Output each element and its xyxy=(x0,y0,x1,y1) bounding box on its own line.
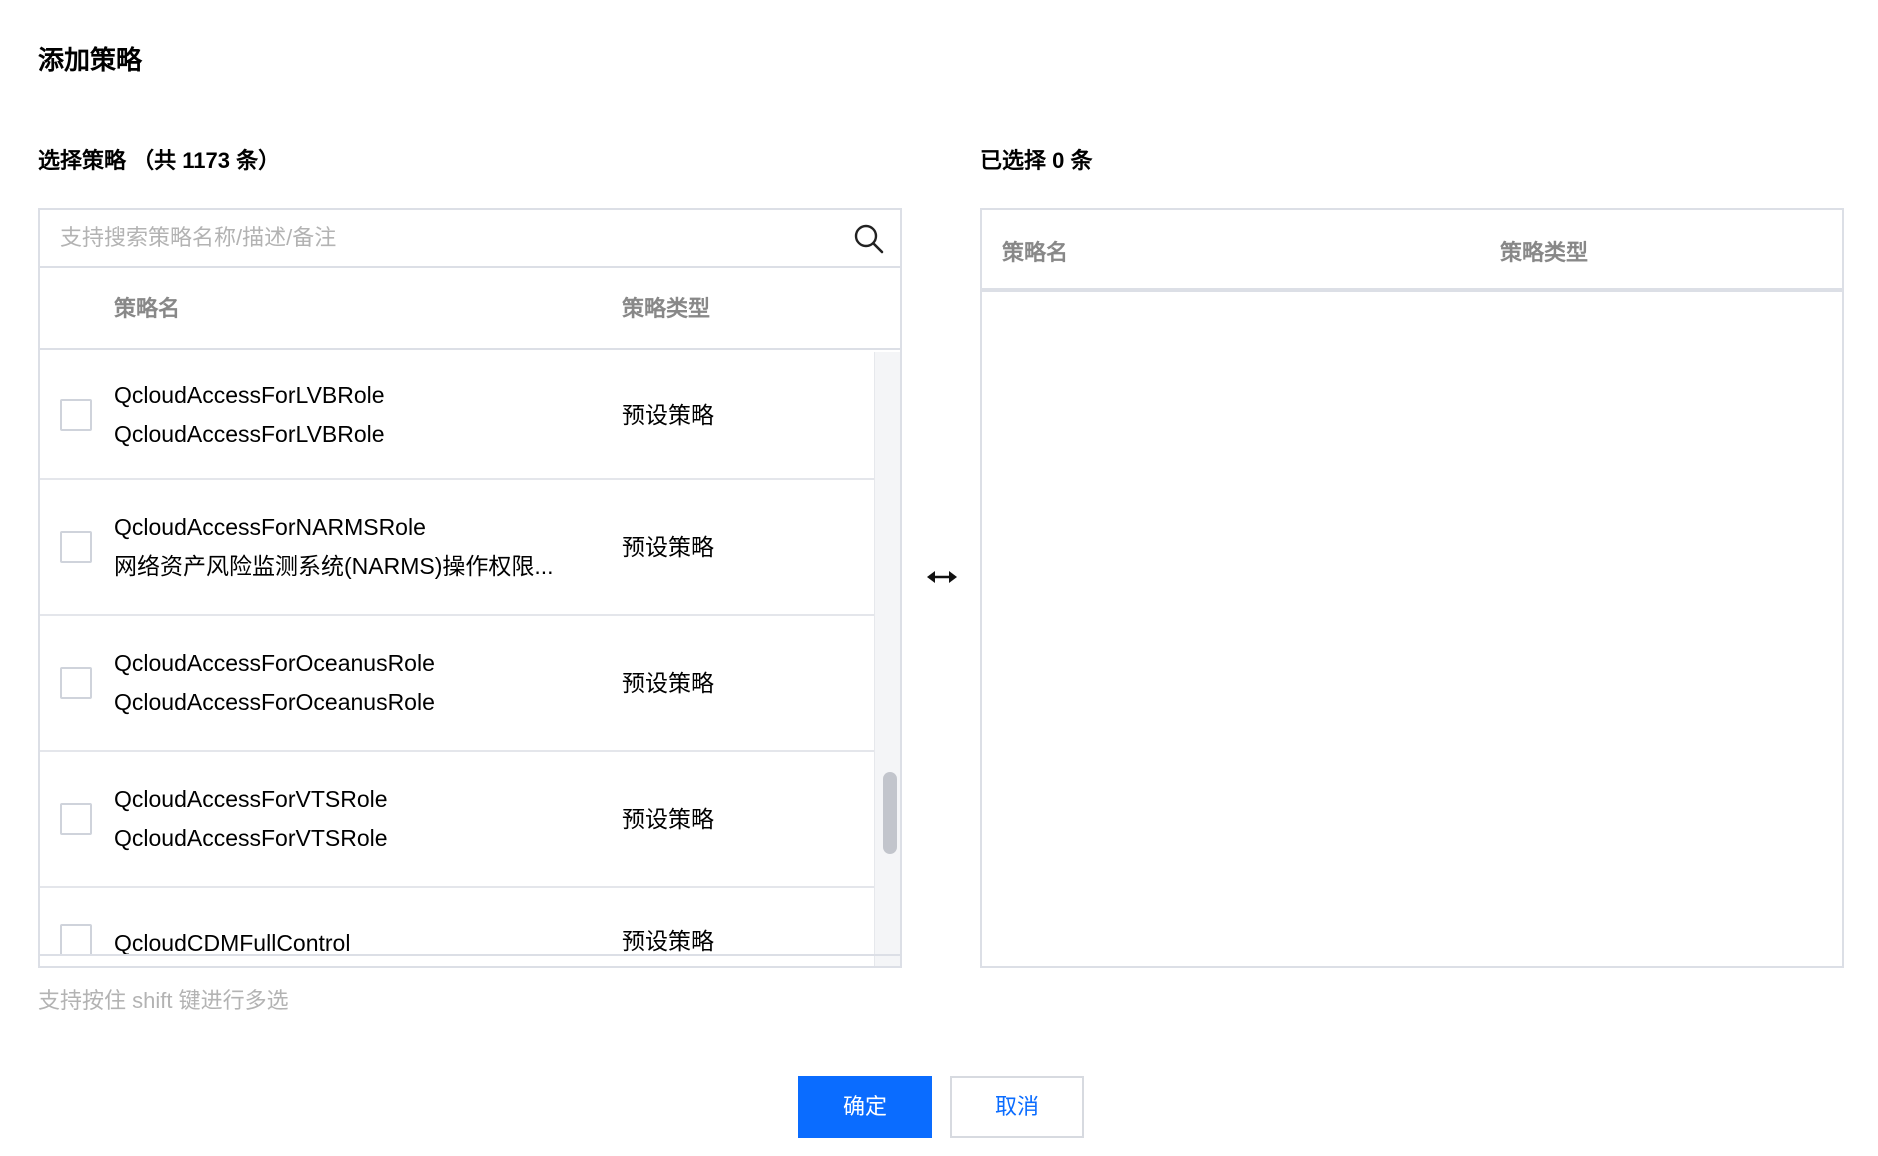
left-section-title: 选择策略 （共 1173 条） xyxy=(38,148,281,173)
policy-type: 预设策略 xyxy=(622,928,714,954)
panel-bottom-divider xyxy=(40,954,900,956)
policy-list-panel: 策略名 策略类型 QcloudAccessForLVBRole QcloudAc… xyxy=(38,208,902,968)
multi-select-hint: 支持按住 shift 键进行多选 xyxy=(38,988,289,1013)
policy-name: QcloudAccessForVTSRole xyxy=(114,786,388,812)
swap-icon xyxy=(927,571,957,583)
search-input[interactable] xyxy=(40,210,900,266)
policy-name-cell: QcloudCDMFullControl xyxy=(114,924,350,963)
policy-name-cell: QcloudAccessForVTSRole QcloudAccessForVT… xyxy=(114,780,388,858)
policy-description: QcloudAccessForVTSRole xyxy=(114,825,388,851)
row-checkbox[interactable] xyxy=(60,803,92,835)
scrollbar-track[interactable] xyxy=(874,352,900,966)
policy-name: QcloudAccessForOceanusRole xyxy=(114,650,435,676)
selected-column-header-name: 策略名 xyxy=(1002,240,1069,265)
table-row[interactable]: QcloudAccessForOceanusRole QcloudAccessF… xyxy=(40,616,874,752)
scrollbar-thumb[interactable] xyxy=(883,772,897,854)
policy-name: QcloudAccessForNARMSRole xyxy=(114,514,426,540)
selected-policies-panel: 策略名 策略类型 xyxy=(980,208,1844,968)
policy-type: 预设策略 xyxy=(622,806,714,832)
policy-name-cell: QcloudAccessForNARMSRole 网络资产风险监测系统(NARM… xyxy=(114,508,554,586)
add-policy-dialog: 添加策略 选择策略 （共 1173 条） 已选择 0 条 策略名 策略类型 Qc… xyxy=(0,0,1878,1156)
column-header-name: 策略名 xyxy=(114,296,181,321)
search-bar xyxy=(40,210,900,268)
policy-description: QcloudAccessForOceanusRole xyxy=(114,689,435,715)
row-checkbox[interactable] xyxy=(60,531,92,563)
cancel-button[interactable]: 取消 xyxy=(950,1076,1084,1138)
search-icon[interactable] xyxy=(852,222,886,256)
table-row[interactable]: QcloudAccessForLVBRole QcloudAccessForLV… xyxy=(40,352,874,480)
policy-type: 预设策略 xyxy=(622,534,714,560)
policy-name: QcloudCDMFullControl xyxy=(114,930,351,956)
policy-name-cell: QcloudAccessForLVBRole QcloudAccessForLV… xyxy=(114,376,385,454)
dialog-title: 添加策略 xyxy=(38,45,143,75)
policy-type: 预设策略 xyxy=(622,670,714,696)
selected-table-header: 策略名 策略类型 xyxy=(982,210,1842,292)
row-checkbox[interactable] xyxy=(60,924,92,956)
policy-type: 预设策略 xyxy=(622,402,714,428)
table-row[interactable]: QcloudAccessForVTSRole QcloudAccessForVT… xyxy=(40,752,874,888)
confirm-button[interactable]: 确定 xyxy=(798,1076,932,1138)
table-header: 策略名 策略类型 xyxy=(40,268,900,350)
row-checkbox[interactable] xyxy=(60,667,92,699)
policy-name-cell: QcloudAccessForOceanusRole QcloudAccessF… xyxy=(114,644,435,722)
row-checkbox[interactable] xyxy=(60,399,92,431)
policy-description: QcloudAccessForLVBRole xyxy=(114,421,385,447)
column-header-type: 策略类型 xyxy=(622,296,711,321)
selected-column-header-type: 策略类型 xyxy=(1500,240,1589,265)
right-section-title: 已选择 0 条 xyxy=(980,148,1093,173)
table-row[interactable]: QcloudAccessForNARMSRole 网络资产风险监测系统(NARM… xyxy=(40,480,874,616)
policy-rows: QcloudAccessForLVBRole QcloudAccessForLV… xyxy=(40,352,874,966)
policy-description: 网络资产风险监测系统(NARMS)操作权限... xyxy=(114,553,554,579)
policy-name: QcloudAccessForLVBRole xyxy=(114,382,385,408)
